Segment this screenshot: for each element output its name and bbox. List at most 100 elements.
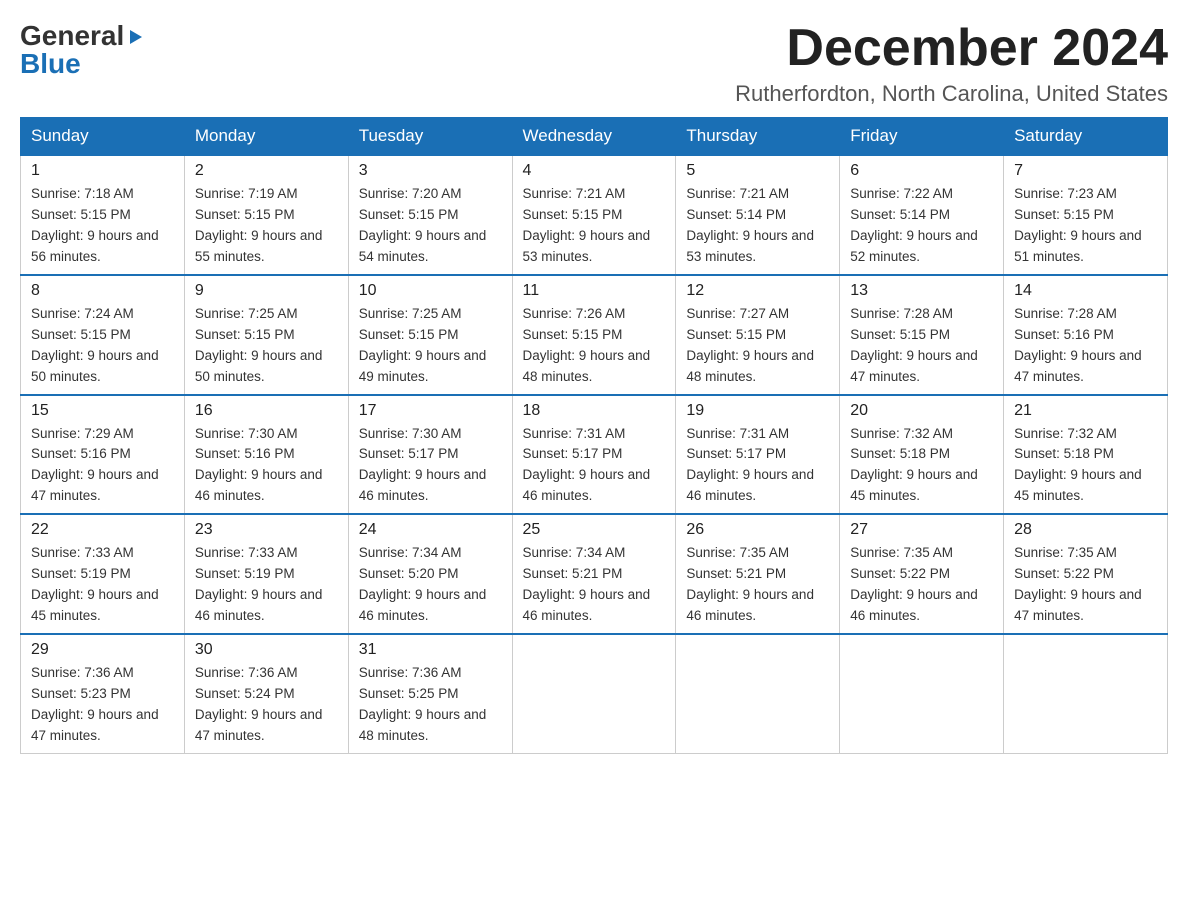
- calendar-day-12: 12Sunrise: 7:27 AMSunset: 5:15 PMDayligh…: [676, 275, 840, 395]
- weekday-header-row: SundayMondayTuesdayWednesdayThursdayFrid…: [21, 118, 1168, 156]
- day-number: 3: [359, 162, 502, 180]
- day-number: 5: [686, 162, 829, 180]
- weekday-header-saturday: Saturday: [1004, 118, 1168, 156]
- calendar-day-17: 17 Sunrise: 7:30 AMSunset: 5:17 PMDayligh…: [348, 395, 512, 515]
- calendar-week-row-5: 29 Sunrise: 7:36 AMSunset: 5:23 PMDayligh…: [21, 634, 1168, 753]
- day-number: 21: [1014, 402, 1157, 420]
- calendar-day-5: 5 Sunrise: 7:21 AMSunset: 5:14 PMDaylight…: [676, 155, 840, 275]
- calendar-day-4: 4 Sunrise: 7:21 AMSunset: 5:15 PMDaylight…: [512, 155, 676, 275]
- day-number: 30: [195, 641, 338, 659]
- day-number: 16: [195, 402, 338, 420]
- calendar-day-11: 11 Sunrise: 7:26 AMSunset: 5:15 PMDayligh…: [512, 275, 676, 395]
- calendar-day-14: 14Sunrise: 7:28 AMSunset: 5:16 PMDayligh…: [1004, 275, 1168, 395]
- day-info: Sunrise: 7:18 AMSunset: 5:15 PMDaylight:…: [31, 184, 174, 268]
- calendar-day-7: 7 Sunrise: 7:23 AMSunset: 5:15 PMDaylight…: [1004, 155, 1168, 275]
- location-subtitle: Rutherfordton, North Carolina, United St…: [735, 81, 1168, 107]
- day-number: 7: [1014, 162, 1157, 180]
- day-number: 20: [850, 402, 993, 420]
- day-number: 6: [850, 162, 993, 180]
- calendar-day-3: 3 Sunrise: 7:20 AMSunset: 5:15 PMDaylight…: [348, 155, 512, 275]
- calendar-day-6: 6 Sunrise: 7:22 AMSunset: 5:14 PMDaylight…: [840, 155, 1004, 275]
- day-number: 28: [1014, 521, 1157, 539]
- day-number: 4: [523, 162, 666, 180]
- calendar-day-23: 23 Sunrise: 7:33 AMSunset: 5:19 PMDayligh…: [184, 514, 348, 634]
- weekday-header-wednesday: Wednesday: [512, 118, 676, 156]
- day-number: 17: [359, 402, 502, 420]
- calendar-table: SundayMondayTuesdayWednesdayThursdayFrid…: [20, 117, 1168, 753]
- calendar-day-31: 31 Sunrise: 7:36 AMSunset: 5:25 PMDayligh…: [348, 634, 512, 753]
- weekday-header-friday: Friday: [840, 118, 1004, 156]
- calendar-day-30: 30 Sunrise: 7:36 AMSunset: 5:24 PMDayligh…: [184, 634, 348, 753]
- day-number: 18: [523, 402, 666, 420]
- calendar-week-row-3: 15Sunrise: 7:29 AMSunset: 5:16 PMDayligh…: [21, 395, 1168, 515]
- calendar-day-27: 27Sunrise: 7:35 AMSunset: 5:22 PMDayligh…: [840, 514, 1004, 634]
- day-info: Sunrise: 7:23 AMSunset: 5:15 PMDaylight:…: [1014, 184, 1157, 268]
- day-info: Sunrise: 7:32 AMSunset: 5:18 PMDaylight:…: [850, 424, 993, 508]
- day-info: Sunrise: 7:21 AMSunset: 5:14 PMDaylight:…: [686, 184, 829, 268]
- weekday-header-sunday: Sunday: [21, 118, 185, 156]
- calendar-day-empty: [676, 634, 840, 753]
- day-info: Sunrise: 7:33 AMSunset: 5:19 PMDaylight:…: [31, 543, 174, 627]
- logo: General Blue: [20, 20, 144, 80]
- day-number: 14: [1014, 282, 1157, 300]
- day-info: Sunrise: 7:20 AMSunset: 5:15 PMDaylight:…: [359, 184, 502, 268]
- day-number: 24: [359, 521, 502, 539]
- day-info: Sunrise: 7:35 AMSunset: 5:22 PMDaylight:…: [850, 543, 993, 627]
- calendar-day-20: 20 Sunrise: 7:32 AMSunset: 5:18 PMDayligh…: [840, 395, 1004, 515]
- calendar-day-13: 13 Sunrise: 7:28 AMSunset: 5:15 PMDayligh…: [840, 275, 1004, 395]
- day-info: Sunrise: 7:36 AMSunset: 5:25 PMDaylight:…: [359, 663, 502, 747]
- day-number: 23: [195, 521, 338, 539]
- day-number: 10: [359, 282, 502, 300]
- month-title: December 2024: [735, 20, 1168, 77]
- day-info: Sunrise: 7:31 AMSunset: 5:17 PMDaylight:…: [686, 424, 829, 508]
- day-info: Sunrise: 7:36 AMSunset: 5:24 PMDaylight:…: [195, 663, 338, 747]
- calendar-day-29: 29 Sunrise: 7:36 AMSunset: 5:23 PMDayligh…: [21, 634, 185, 753]
- day-number: 9: [195, 282, 338, 300]
- logo-blue-text: Blue: [20, 48, 81, 80]
- calendar-day-18: 18 Sunrise: 7:31 AMSunset: 5:17 PMDayligh…: [512, 395, 676, 515]
- calendar-week-row-1: 1Sunrise: 7:18 AMSunset: 5:15 PMDaylight…: [21, 155, 1168, 275]
- day-info: Sunrise: 7:21 AMSunset: 5:15 PMDaylight:…: [523, 184, 666, 268]
- weekday-header-tuesday: Tuesday: [348, 118, 512, 156]
- calendar-day-10: 10 Sunrise: 7:25 AMSunset: 5:15 PMDayligh…: [348, 275, 512, 395]
- day-info: Sunrise: 7:35 AMSunset: 5:21 PMDaylight:…: [686, 543, 829, 627]
- calendar-day-26: 26Sunrise: 7:35 AMSunset: 5:21 PMDayligh…: [676, 514, 840, 634]
- day-info: Sunrise: 7:30 AMSunset: 5:16 PMDaylight:…: [195, 424, 338, 508]
- calendar-week-row-4: 22Sunrise: 7:33 AMSunset: 5:19 PMDayligh…: [21, 514, 1168, 634]
- day-info: Sunrise: 7:25 AMSunset: 5:15 PMDaylight:…: [359, 304, 502, 388]
- weekday-header-monday: Monday: [184, 118, 348, 156]
- logo-triangle-icon: [126, 28, 144, 46]
- day-info: Sunrise: 7:32 AMSunset: 5:18 PMDaylight:…: [1014, 424, 1157, 508]
- calendar-day-28: 28 Sunrise: 7:35 AMSunset: 5:22 PMDayligh…: [1004, 514, 1168, 634]
- day-number: 29: [31, 641, 174, 659]
- day-number: 15: [31, 402, 174, 420]
- day-number: 13: [850, 282, 993, 300]
- day-info: Sunrise: 7:24 AMSunset: 5:15 PMDaylight:…: [31, 304, 174, 388]
- calendar-day-empty: [840, 634, 1004, 753]
- calendar-day-empty: [1004, 634, 1168, 753]
- calendar-day-19: 19Sunrise: 7:31 AMSunset: 5:17 PMDayligh…: [676, 395, 840, 515]
- day-info: Sunrise: 7:35 AMSunset: 5:22 PMDaylight:…: [1014, 543, 1157, 627]
- day-info: Sunrise: 7:33 AMSunset: 5:19 PMDaylight:…: [195, 543, 338, 627]
- calendar-day-24: 24Sunrise: 7:34 AMSunset: 5:20 PMDayligh…: [348, 514, 512, 634]
- day-info: Sunrise: 7:22 AMSunset: 5:14 PMDaylight:…: [850, 184, 993, 268]
- day-info: Sunrise: 7:28 AMSunset: 5:15 PMDaylight:…: [850, 304, 993, 388]
- title-area: December 2024 Rutherfordton, North Carol…: [735, 20, 1168, 107]
- day-info: Sunrise: 7:36 AMSunset: 5:23 PMDaylight:…: [31, 663, 174, 747]
- day-info: Sunrise: 7:25 AMSunset: 5:15 PMDaylight:…: [195, 304, 338, 388]
- calendar-day-9: 9 Sunrise: 7:25 AMSunset: 5:15 PMDaylight…: [184, 275, 348, 395]
- calendar-day-8: 8Sunrise: 7:24 AMSunset: 5:15 PMDaylight…: [21, 275, 185, 395]
- calendar-day-2: 2Sunrise: 7:19 AMSunset: 5:15 PMDaylight…: [184, 155, 348, 275]
- calendar-day-21: 21 Sunrise: 7:32 AMSunset: 5:18 PMDayligh…: [1004, 395, 1168, 515]
- day-number: 31: [359, 641, 502, 659]
- day-number: 25: [523, 521, 666, 539]
- calendar-day-16: 16 Sunrise: 7:30 AMSunset: 5:16 PMDayligh…: [184, 395, 348, 515]
- calendar-day-empty: [512, 634, 676, 753]
- day-number: 11: [523, 282, 666, 300]
- day-info: Sunrise: 7:26 AMSunset: 5:15 PMDaylight:…: [523, 304, 666, 388]
- day-info: Sunrise: 7:31 AMSunset: 5:17 PMDaylight:…: [523, 424, 666, 508]
- calendar-day-22: 22Sunrise: 7:33 AMSunset: 5:19 PMDayligh…: [21, 514, 185, 634]
- day-info: Sunrise: 7:30 AMSunset: 5:17 PMDaylight:…: [359, 424, 502, 508]
- page-header: General Blue December 2024 Rutherfordton…: [20, 20, 1168, 107]
- day-info: Sunrise: 7:27 AMSunset: 5:15 PMDaylight:…: [686, 304, 829, 388]
